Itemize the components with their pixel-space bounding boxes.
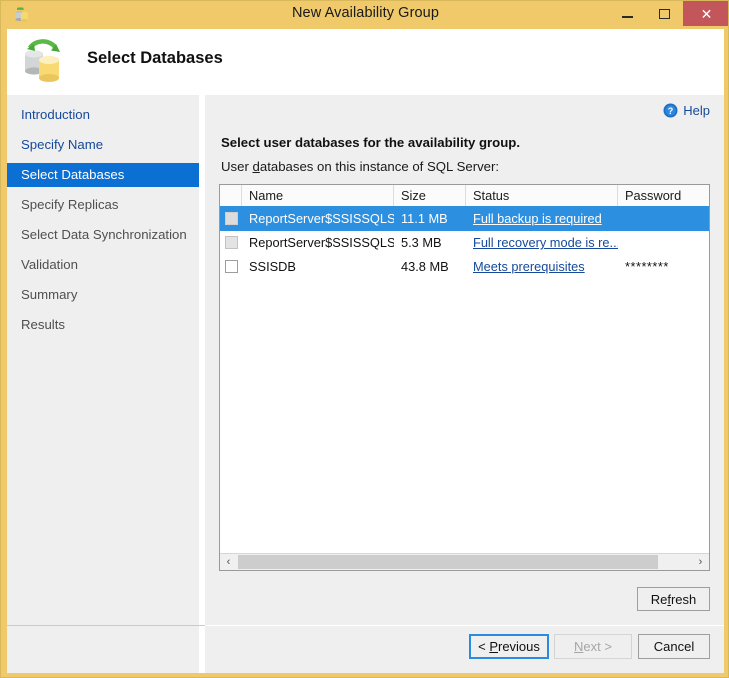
- column-header-status[interactable]: Status: [466, 185, 618, 206]
- content-panel: ? Help Select user databases for the ava…: [205, 95, 724, 625]
- svg-text:?: ?: [668, 106, 674, 116]
- cell-name: SSISDB: [249, 259, 296, 274]
- column-header-name[interactable]: Name: [242, 185, 394, 206]
- help-link[interactable]: ? Help: [663, 103, 710, 118]
- scrollbar-thumb[interactable]: [238, 555, 658, 569]
- status-link[interactable]: Full backup is required: [473, 211, 602, 226]
- minimize-button[interactable]: [609, 1, 646, 26]
- cell-status[interactable]: Full recovery mode is re...: [466, 231, 618, 255]
- close-icon: ✕: [700, 5, 713, 22]
- row-checkbox[interactable]: [225, 212, 238, 225]
- instruction-text: Select user databases for the availabili…: [221, 135, 521, 150]
- status-link[interactable]: Meets prerequisites: [473, 259, 585, 274]
- window-controls: ✕: [609, 1, 728, 29]
- column-header-password[interactable]: Password: [618, 185, 709, 206]
- list-label-suffix: atabases on this instance of SQL Server:: [259, 159, 500, 174]
- cancel-button[interactable]: Cancel: [638, 634, 710, 659]
- sidebar-item-specify-name[interactable]: Specify Name: [7, 133, 199, 157]
- previous-label-suffix: revious: [497, 639, 540, 654]
- databases-list[interactable]: Name Size Status Password ReportServer$S…: [219, 184, 710, 571]
- cell-password: [618, 231, 709, 255]
- footer-divider: [199, 626, 205, 673]
- table-row[interactable]: ReportServer$SSISSQLSER... 5.3 MB Full r…: [220, 231, 709, 255]
- horizontal-scrollbar[interactable]: ‹ ›: [220, 553, 709, 570]
- maximize-icon: [659, 8, 670, 19]
- sidebar-item-specify-replicas[interactable]: Specify Replicas: [7, 193, 199, 217]
- help-circle-icon: ?: [663, 103, 678, 118]
- scroll-left-icon[interactable]: ‹: [220, 554, 237, 570]
- close-button[interactable]: ✕: [683, 1, 728, 26]
- title-bar: New Availability Group ✕: [1, 1, 728, 29]
- cancel-label: Cancel: [653, 639, 695, 654]
- next-button[interactable]: Next >: [554, 634, 632, 659]
- table-row[interactable]: ReportServer$SSISSQLSER... 11.1 MB Full …: [220, 207, 709, 231]
- help-label: Help: [683, 103, 710, 118]
- previous-accelerator: P: [489, 639, 498, 654]
- sidebar-item-validation[interactable]: Validation: [7, 253, 199, 277]
- dialog-body: Introduction Specify Name Select Databas…: [7, 95, 724, 625]
- sidebar-item-select-databases[interactable]: Select Databases: [7, 163, 199, 187]
- sidebar-item-select-data-sync[interactable]: Select Data Synchronization: [7, 223, 199, 247]
- table-row[interactable]: SSISDB 43.8 MB Meets prerequisites *****…: [220, 255, 709, 279]
- list-label-accelerator: d: [252, 159, 260, 174]
- cell-name: ReportServer$SSISSQLSER...: [249, 235, 394, 250]
- refresh-button[interactable]: Refresh: [637, 587, 710, 611]
- refresh-label-prefix: Re: [650, 591, 668, 607]
- list-label-prefix: User: [221, 159, 253, 174]
- refresh-label-suffix: resh: [670, 591, 697, 607]
- footer-left-panel: [7, 626, 199, 673]
- previous-button[interactable]: < Previous: [469, 634, 549, 659]
- row-checkbox[interactable]: [225, 260, 238, 273]
- minimize-icon: [622, 15, 633, 18]
- page-title: Select Databases: [87, 49, 223, 67]
- footer-top-separator: [205, 625, 724, 626]
- cell-status[interactable]: Full backup is required: [466, 207, 618, 231]
- wizard-steps-sidebar: Introduction Specify Name Select Databas…: [7, 95, 199, 625]
- next-label-suffix: ext >: [583, 639, 612, 654]
- scroll-right-icon[interactable]: ›: [692, 554, 709, 570]
- cell-status[interactable]: Meets prerequisites: [466, 255, 618, 279]
- page-header: Select Databases: [7, 29, 724, 95]
- new-availability-group-window: New Availability Group ✕ Select Database…: [0, 0, 729, 678]
- cell-size: 5.3 MB: [401, 235, 442, 250]
- databases-sync-icon: [17, 36, 69, 86]
- cell-password: ********: [625, 259, 669, 274]
- list-label: User databases on this instance of SQL S…: [221, 159, 499, 174]
- column-header-size[interactable]: Size: [394, 185, 466, 206]
- cell-name: ReportServer$SSISSQLSER...: [249, 211, 394, 226]
- cell-password: [618, 207, 709, 231]
- maximize-button[interactable]: [646, 1, 683, 26]
- cell-size: 11.1 MB: [401, 211, 448, 226]
- list-header-row: Name Size Status Password: [220, 185, 709, 207]
- status-link[interactable]: Full recovery mode is re...: [473, 235, 618, 250]
- column-header-checkbox[interactable]: [220, 185, 242, 206]
- sidebar-item-results[interactable]: Results: [7, 313, 199, 337]
- row-checkbox[interactable]: [225, 236, 238, 249]
- sidebar-item-introduction[interactable]: Introduction: [7, 103, 199, 127]
- sidebar-item-summary[interactable]: Summary: [7, 283, 199, 307]
- previous-label-prefix: <: [478, 639, 490, 654]
- cell-size: 43.8 MB: [401, 259, 449, 274]
- next-accelerator: N: [574, 639, 584, 654]
